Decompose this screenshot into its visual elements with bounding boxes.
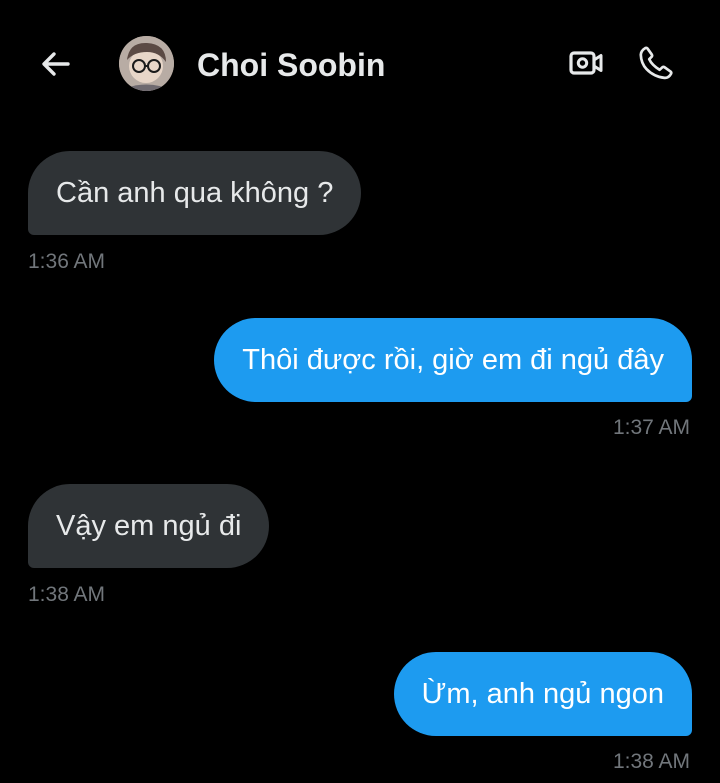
- conversation-header: Choi Soobin: [0, 0, 720, 130]
- video-call-button[interactable]: [565, 42, 607, 84]
- outgoing-message-bubble[interactable]: Ừm, anh ngủ ngon: [393, 652, 692, 736]
- back-button[interactable]: [36, 44, 76, 84]
- incoming-message-bubble[interactable]: Cần anh qua không ?: [28, 151, 362, 235]
- incoming-message-bubble[interactable]: Vậy em ngủ đi: [28, 484, 270, 568]
- arrow-left-icon: [42, 52, 70, 76]
- message-timestamp: 1:38 AM: [28, 583, 106, 606]
- outgoing-message-bubble[interactable]: Thôi được rồi, giờ em đi ngủ đây: [214, 318, 692, 402]
- video-camera-icon: [569, 51, 603, 75]
- profile-photo: [119, 36, 174, 91]
- contact-name[interactable]: Choi Soobin: [197, 45, 385, 85]
- phone-icon: [639, 46, 673, 80]
- message-text: Cần anh qua không ?: [56, 177, 334, 209]
- avatar[interactable]: [119, 36, 174, 91]
- message-timestamp: 1:38 AM: [612, 750, 690, 773]
- message-text: Ừm, anh ngủ ngon: [421, 678, 664, 710]
- message-text: Thôi được rồi, giờ em đi ngủ đây: [242, 344, 664, 376]
- message-timestamp: 1:36 AM: [28, 250, 106, 273]
- message-timestamp: 1:37 AM: [612, 416, 690, 439]
- message-text: Vậy em ngủ đi: [56, 510, 242, 542]
- voice-call-button[interactable]: [635, 42, 677, 84]
